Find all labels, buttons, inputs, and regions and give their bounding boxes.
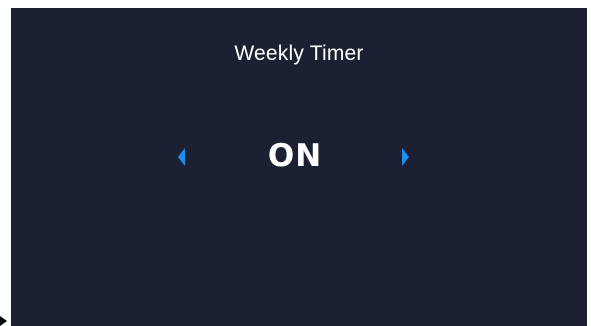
weekly-timer-screen: Weekly Timer ON: [11, 8, 587, 326]
mouse-pointer-icon: [0, 316, 7, 326]
timer-state-value: ON: [267, 138, 323, 174]
chevron-right-icon: [402, 148, 409, 166]
screen-title: Weekly Timer: [234, 42, 364, 65]
next-option-button[interactable]: [400, 147, 412, 167]
